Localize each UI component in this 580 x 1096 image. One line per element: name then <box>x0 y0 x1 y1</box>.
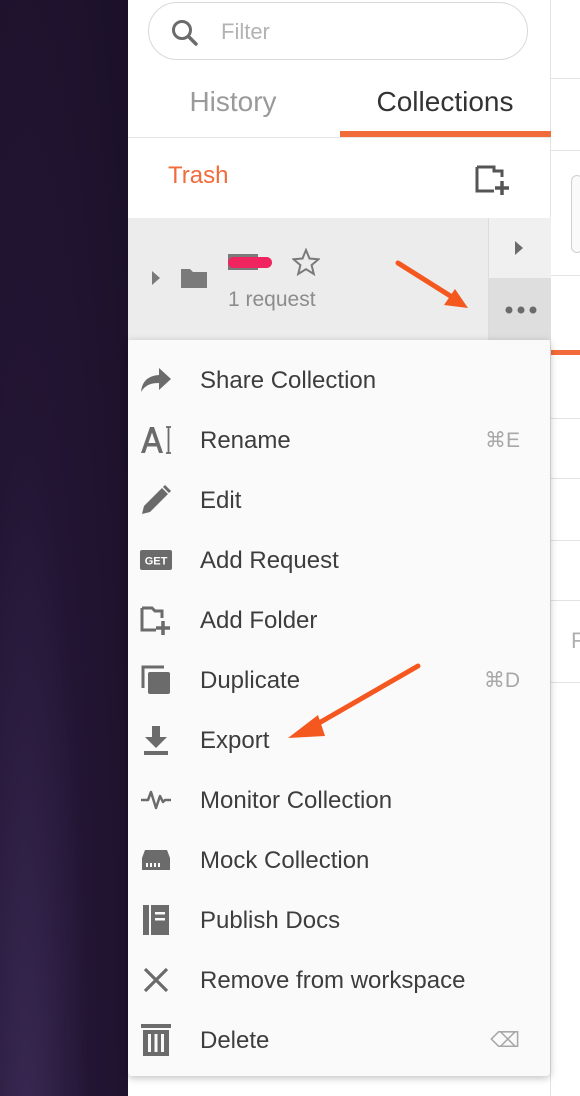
menu-item-rename[interactable]: Rename ⌘E <box>128 410 550 470</box>
monitor-pulse-icon <box>140 784 172 816</box>
svg-text:GET: GET <box>145 556 168 568</box>
row-actions <box>488 218 551 340</box>
trash-link[interactable]: Trash <box>168 162 228 190</box>
download-icon <box>140 724 172 756</box>
more-actions-button[interactable] <box>489 278 551 340</box>
menu-item-shortcut: ⌘D <box>483 669 520 692</box>
divider <box>551 78 580 79</box>
new-collection-icon <box>475 165 509 195</box>
menu-item-add-folder[interactable]: Add Folder <box>128 590 550 650</box>
pencil-icon <box>140 484 172 516</box>
menu-item-label: Export <box>200 727 270 754</box>
get-request-icon: GET <box>140 544 172 576</box>
tab-collections[interactable]: Collections <box>340 82 550 138</box>
active-tab-indicator <box>551 350 580 355</box>
menu-item-share-collection[interactable]: Share Collection <box>128 350 550 410</box>
divider <box>551 478 580 479</box>
partial-label: F <box>571 628 580 653</box>
menu-item-shortcut: ⌘E <box>484 429 520 452</box>
menu-item-mock-collection[interactable]: Mock Collection <box>128 830 550 890</box>
menu-item-label: Mock Collection <box>200 847 370 874</box>
share-arrow-icon <box>140 364 172 396</box>
menu-item-publish-docs[interactable]: Publish Docs <box>128 890 550 950</box>
menu-item-label: Add Folder <box>200 607 318 634</box>
menu-item-edit[interactable]: Edit <box>128 470 550 530</box>
close-icon <box>140 964 172 996</box>
menu-item-label: Add Request <box>200 547 339 574</box>
folder-icon <box>181 269 207 288</box>
search-icon <box>172 20 198 46</box>
divider <box>551 418 580 419</box>
new-collection-button[interactable] <box>474 163 514 197</box>
divider <box>128 137 551 138</box>
trash-icon <box>140 1024 172 1056</box>
menu-item-monitor-collection[interactable]: Monitor Collection <box>128 770 550 830</box>
menu-item-label: Monitor Collection <box>200 787 393 814</box>
collection-row[interactable]: 1 request <box>128 218 551 340</box>
menu-item-remove-from-workspace[interactable]: Remove from workspace <box>128 950 550 1010</box>
main-panel-edge: F <box>551 0 580 1096</box>
menu-item-label: Share Collection <box>200 367 377 394</box>
menu-item-label: Rename <box>200 427 291 454</box>
menu-item-label: Edit <box>200 487 242 514</box>
caret-right-icon <box>515 241 523 255</box>
divider <box>551 600 580 601</box>
collection-context-menu: Share Collection Rename ⌘E Edit GET Add … <box>128 340 550 1076</box>
app-background <box>0 0 128 1096</box>
menu-item-export[interactable]: Export <box>128 710 550 770</box>
divider <box>551 275 580 276</box>
caret-right-icon[interactable] <box>150 270 162 286</box>
rename-icon <box>140 424 172 456</box>
tab-history[interactable]: History <box>148 82 318 138</box>
menu-item-add-request[interactable]: GET Add Request <box>128 530 550 590</box>
duplicate-icon <box>140 664 172 696</box>
search-bar[interactable] <box>148 2 528 60</box>
panel-control[interactable] <box>571 175 580 253</box>
menu-item-duplicate[interactable]: Duplicate ⌘D <box>128 650 550 710</box>
server-icon <box>140 844 172 876</box>
menu-item-label: Duplicate <box>200 667 301 694</box>
divider <box>551 682 580 683</box>
menu-item-label: Publish Docs <box>200 907 341 934</box>
search-input[interactable] <box>221 15 511 49</box>
more-horizontal-icon <box>505 306 537 314</box>
expand-collection-button[interactable] <box>489 218 551 278</box>
add-folder-icon <box>140 604 172 636</box>
star-icon[interactable] <box>292 248 320 276</box>
divider <box>551 150 580 151</box>
docs-icon <box>140 904 172 936</box>
divider <box>551 540 580 541</box>
menu-item-shortcut: ⌫ <box>490 1029 520 1052</box>
menu-item-delete[interactable]: Delete ⌫ <box>128 1010 550 1070</box>
request-count: 1 request <box>228 288 316 311</box>
menu-item-label: Delete <box>200 1027 270 1054</box>
menu-item-label: Remove from workspace <box>200 967 466 994</box>
collection-name-redacted <box>228 254 272 270</box>
